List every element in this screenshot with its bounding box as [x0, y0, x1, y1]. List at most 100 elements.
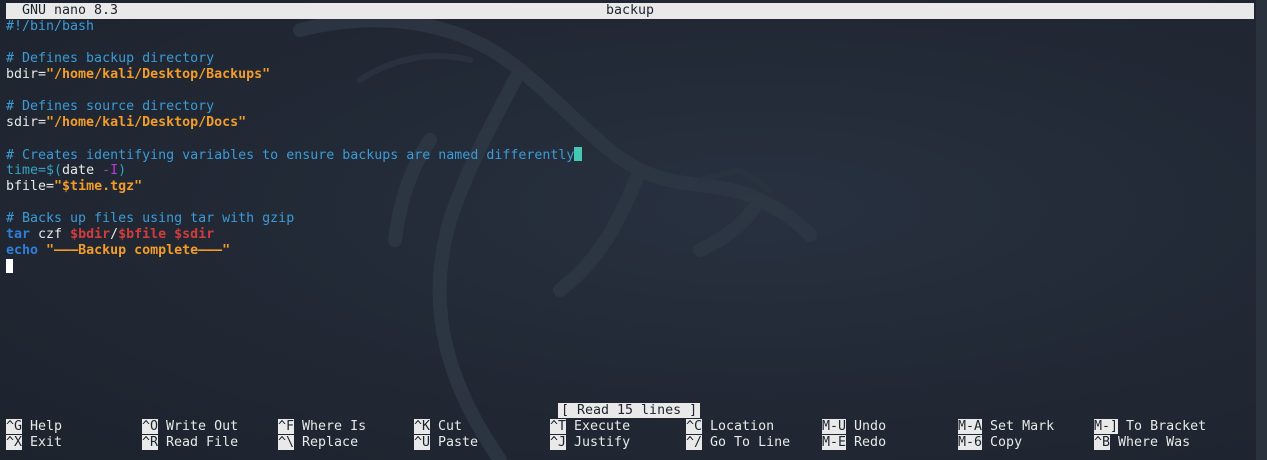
shortcut-key: M-6	[958, 435, 983, 450]
shortcut-label: Redo	[854, 435, 887, 450]
code-line-14: tar czf $bdir/$bfile $sdir	[6, 227, 1254, 243]
shortcut-read-file[interactable]: ^R Read File	[142, 435, 238, 451]
shortcut-to-bracket[interactable]: M-] To Bracket	[1094, 419, 1206, 435]
assignment: time=$(	[6, 163, 63, 178]
shortcut-label: To Bracket	[1126, 419, 1207, 434]
code-line-1: #!/bin/bash	[6, 19, 1254, 35]
shortcut-copy[interactable]: M-6 Copy	[958, 435, 1022, 451]
shortcut-key: M-U	[822, 419, 847, 434]
variable: $bdir	[70, 227, 111, 242]
status-message: [ Read 15 lines ]	[558, 403, 701, 418]
shortcut-go-to-line[interactable]: ^/ Go To Line	[686, 435, 790, 451]
shortcut-justify[interactable]: ^J Justify	[550, 435, 630, 451]
shortcut-key: ^R	[142, 435, 159, 450]
shortcut-key: ^F	[278, 419, 295, 434]
shortcut-label: Location	[710, 419, 775, 434]
shortcut-key: ^B	[1094, 435, 1111, 450]
code-line-4: bdir="/home/kali/Desktop/Backups"	[6, 67, 1254, 83]
shortcut-location[interactable]: ^C Location	[686, 419, 774, 435]
shortcut-label: Set Mark	[990, 419, 1055, 434]
shortcut-key: ^G	[6, 419, 23, 434]
shortcut-bar: ^G Help ^X Exit ^O Write Out ^R Read Fil…	[6, 419, 1254, 451]
shortcut-paste[interactable]: ^U Paste	[414, 435, 478, 451]
text-cursor	[574, 147, 583, 161]
code-line-6: # Defines source directory	[6, 99, 1254, 115]
shortcut-label: Where Was	[1118, 435, 1191, 450]
shortcut-key: ^X	[6, 435, 23, 450]
code-line-9: # Creates identifying variables to ensur…	[6, 147, 1254, 163]
assignment: bdir=	[6, 67, 47, 82]
shortcut-label: Execute	[574, 419, 631, 434]
shortcut-undo[interactable]: M-U Undo	[822, 419, 886, 435]
shortcut-label: Replace	[302, 435, 359, 450]
string-literal: "$time.tgz"	[54, 179, 143, 194]
nano-editor: GNU nano 8.3 backup #!/bin/bash # Define…	[6, 3, 1254, 459]
subshell-close: )	[118, 163, 127, 178]
code-line-15: echo "———Backup complete———"	[6, 243, 1254, 259]
shortcut-label: Where Is	[302, 419, 367, 434]
shortcut-execute[interactable]: ^T Execute	[550, 419, 630, 435]
shortcut-redo[interactable]: M-E Redo	[822, 435, 886, 451]
shortcut-help[interactable]: ^G Help	[6, 419, 62, 435]
shortcut-key: M-]	[1094, 419, 1119, 434]
code-line-10: time=$(date -I)	[6, 163, 1254, 179]
code-line-16	[6, 259, 1254, 275]
variable: $sdir	[174, 227, 215, 242]
comment: # Creates identifying variables to ensur…	[6, 148, 575, 163]
shortcut-cut[interactable]: ^K Cut	[414, 419, 462, 435]
shortcut-key: ^T	[550, 419, 567, 434]
path-separator: /	[110, 227, 119, 242]
terminal-scrollbar[interactable]	[1256, 0, 1267, 460]
assignment: bfile=	[6, 179, 55, 194]
shortcut-key: ^O	[142, 419, 159, 434]
shortcut-where-is[interactable]: ^F Where Is	[278, 419, 366, 435]
block-cursor	[6, 259, 13, 273]
shortcut-label: Exit	[30, 435, 63, 450]
arguments: czf	[30, 227, 71, 242]
shortcut-key: ^K	[414, 419, 431, 434]
file-name: backup	[605, 3, 655, 18]
editor-text-area[interactable]: #!/bin/bash # Defines backup directory b…	[6, 19, 1254, 275]
shortcut-key: ^U	[414, 435, 431, 450]
shortcut-set-mark[interactable]: M-A Set Mark	[958, 419, 1054, 435]
shortcut-label: Help	[30, 419, 63, 434]
code-line-13: # Backs up files using tar with gzip	[6, 211, 1254, 227]
shortcut-label: Paste	[438, 435, 479, 450]
variable: $bfile	[118, 227, 167, 242]
assignment: sdir=	[6, 115, 47, 130]
shortcut-key: ^\	[278, 435, 295, 450]
shortcut-label: Read File	[166, 435, 239, 450]
keyword: echo	[6, 243, 39, 258]
shortcut-label: Undo	[854, 419, 887, 434]
shortcut-label: Justify	[574, 435, 631, 450]
shortcut-write-out[interactable]: ^O Write Out	[142, 419, 238, 435]
shortcut-key: ^J	[550, 435, 567, 450]
string-literal: "———Backup complete———"	[46, 243, 231, 258]
shortcut-where-was[interactable]: ^B Where Was	[1094, 435, 1190, 451]
shortcut-label: Copy	[990, 435, 1023, 450]
comment: # Defines backup directory	[6, 51, 215, 66]
comment: # Defines source directory	[6, 99, 215, 114]
string-literal: "/home/kali/Desktop/Docs"	[46, 115, 247, 130]
code-line-3: # Defines backup directory	[6, 51, 1254, 67]
comment: # Backs up files using tar with gzip	[6, 211, 295, 226]
shortcut-label: Write Out	[166, 419, 239, 434]
shortcut-label: Cut	[438, 419, 463, 434]
keyword: tar	[6, 227, 31, 242]
shortcut-key: M-E	[822, 435, 847, 450]
shortcut-exit[interactable]: ^X Exit	[6, 435, 62, 451]
shortcut-replace[interactable]: ^\ Replace	[278, 435, 358, 451]
shebang: #!/bin/bash	[6, 19, 95, 34]
code-line-7: sdir="/home/kali/Desktop/Docs"	[6, 115, 1254, 131]
code-line-11: bfile="$time.tgz"	[6, 179, 1254, 195]
string-literal: "/home/kali/Desktop/Backups"	[46, 67, 271, 82]
title-bar: GNU nano 8.3 backup	[6, 3, 1254, 19]
shortcut-key: ^/	[686, 435, 703, 450]
command: date	[62, 163, 103, 178]
